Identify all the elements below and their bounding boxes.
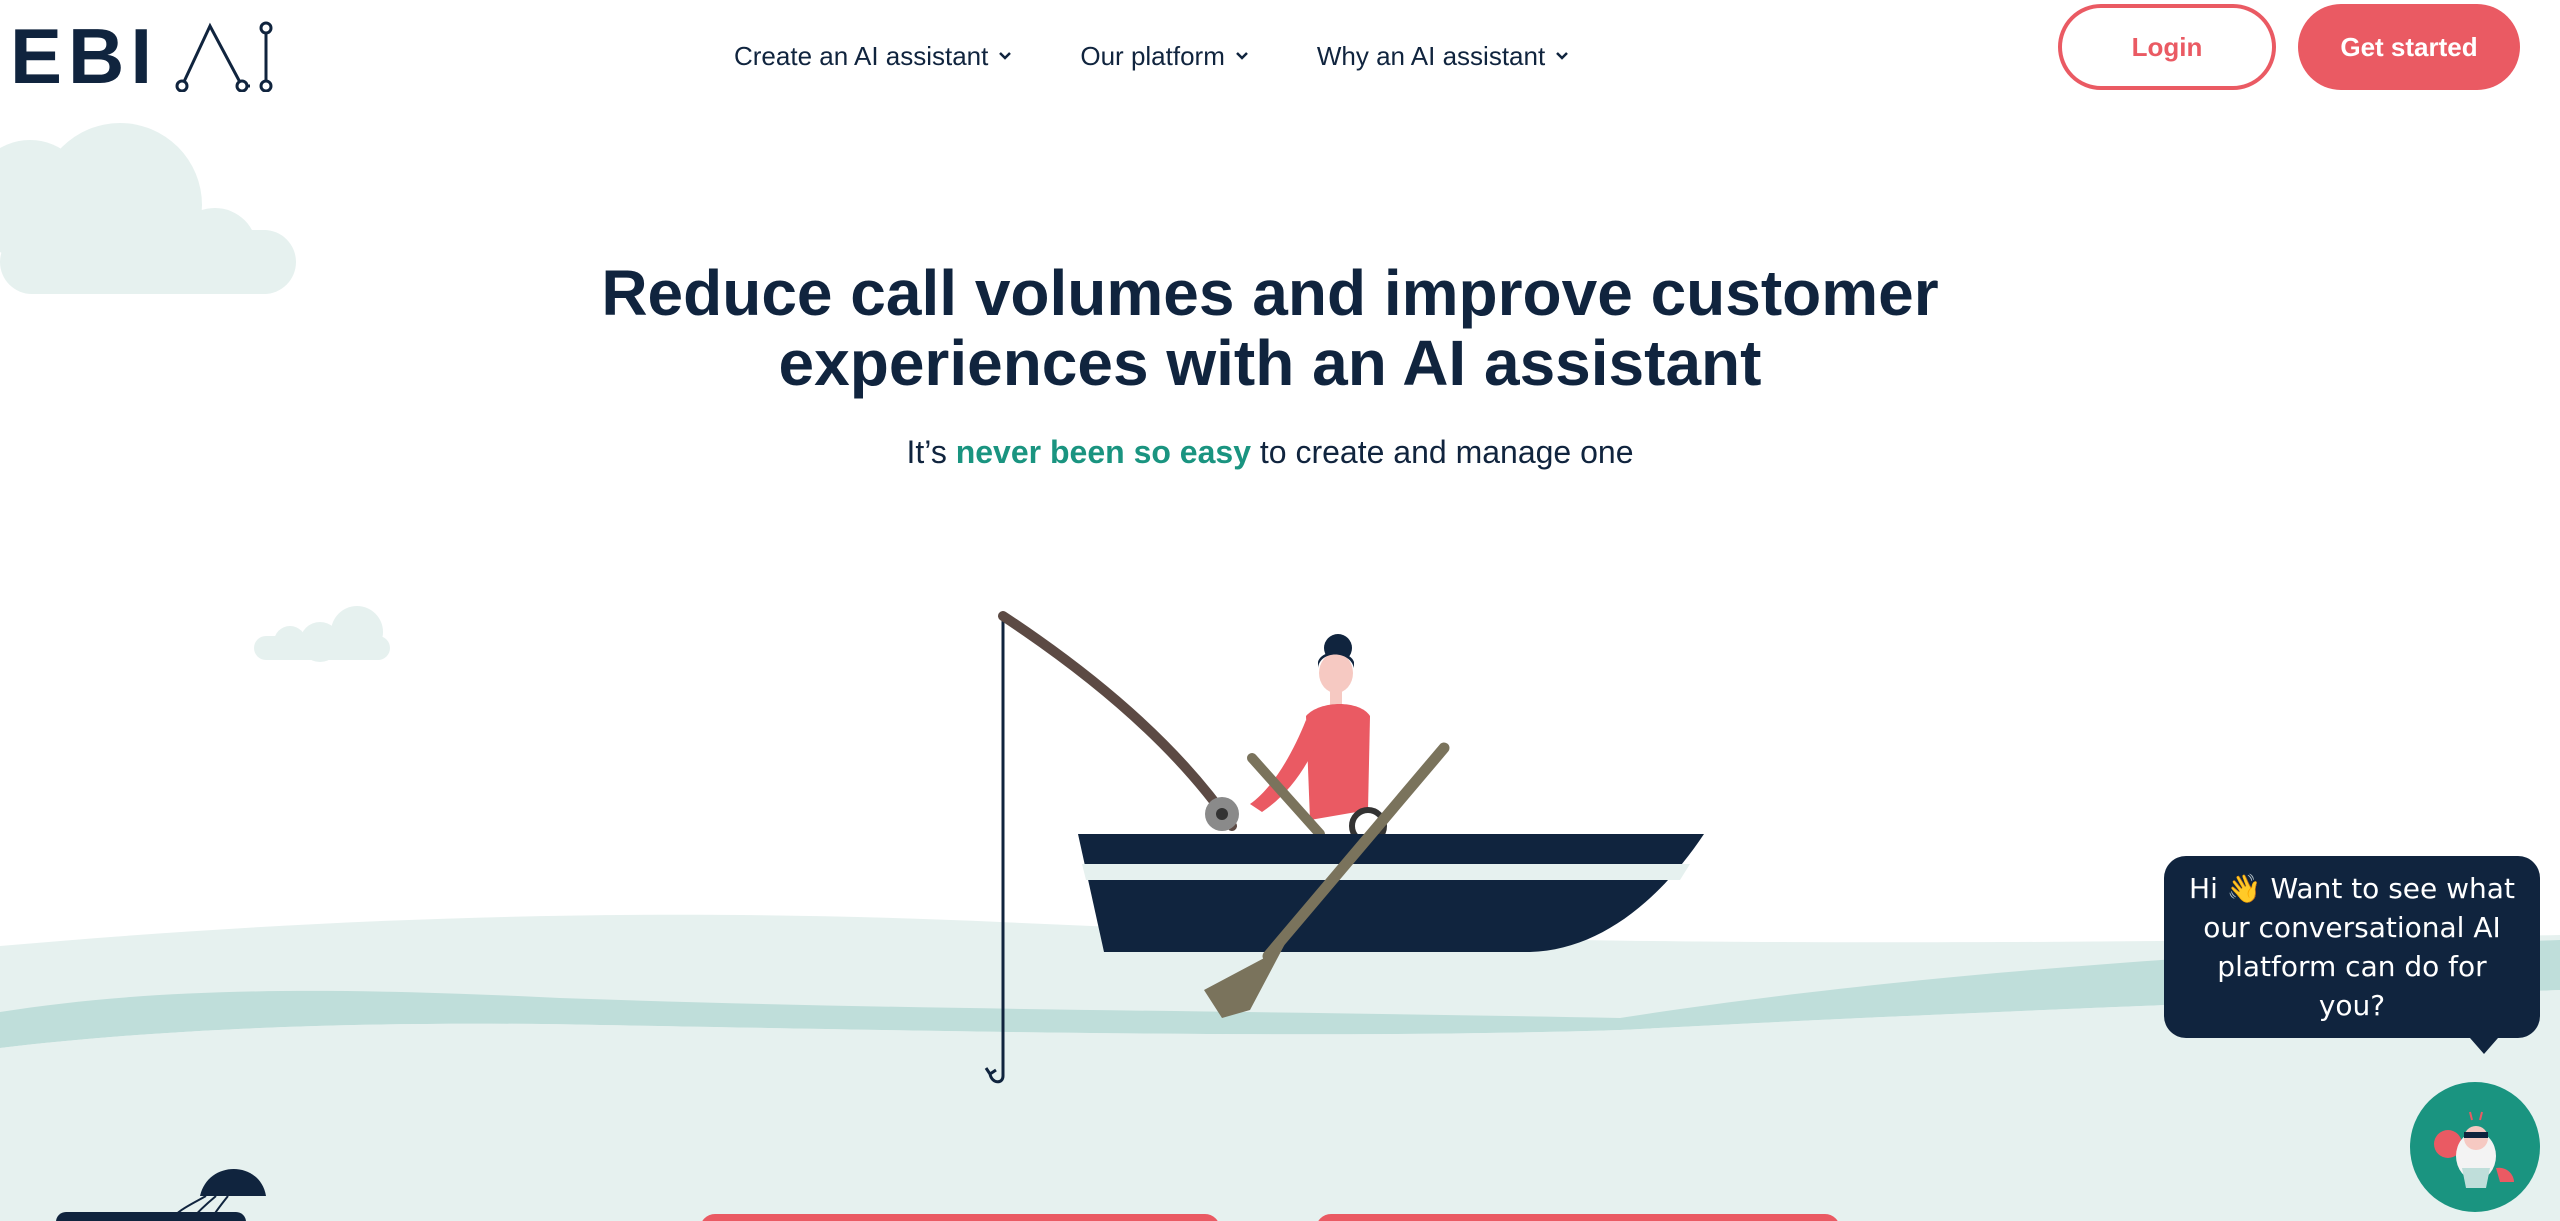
chevron-down-icon [999,52,1012,60]
hero-subtitle-post: to create and manage one [1259,434,1634,470]
hero-title-line-2: experiences with an AI assistant [778,327,1762,399]
chat-greeting-bubble[interactable]: Hi 👋 Want to see what our conversational… [2164,856,2540,1054]
hero-subtitle-pre: It’s [906,434,947,470]
nav-create-ai-assistant[interactable]: Create an AI assistant [734,38,1012,74]
get-started-button[interactable]: Get started [2298,4,2520,90]
hero-title-line-1: Reduce call volumes and improve customer [601,257,1939,329]
nav-label: Our platform [1080,40,1225,71]
partial-cta-button-left[interactable] [700,1214,1220,1221]
lobster-mascot-icon [2434,1111,2514,1188]
boat [1078,834,1704,952]
partial-cta-button-right[interactable] [1316,1214,1840,1221]
hero-subtitle: It’s never been so easy to create and ma… [620,434,1920,471]
chevron-down-icon [1556,52,1569,60]
cloud-large-icon [0,123,296,294]
nav-our-platform[interactable]: Our platform [1080,38,1249,74]
chat-greeting-line-3: platform can do for you? [2217,950,2487,1022]
chat-launcher-button[interactable] [2410,1082,2540,1212]
page: EBI Create an AI assistant Our platform … [0,0,2560,1221]
chevron-down-icon [1235,52,1248,60]
hero-illustration [0,123,2560,1221]
login-button[interactable]: Login [2058,4,2276,90]
hero-subtitle-accent: never been so easy [955,434,1251,470]
logo-text: EBI [10,12,159,100]
partial-card [56,1212,246,1221]
nav-label: Create an AI assistant [734,40,989,71]
main-nav: Create an AI assistant Our platform Why … [734,38,1569,74]
logo-ai-mark-icon [175,21,273,92]
cloud-small-icon [254,606,390,662]
nav-why-ai-assistant[interactable]: Why an AI assistant [1317,38,1569,74]
chat-greeting-line-2: our conversational AI [2203,911,2501,944]
hook-icon [984,1067,1005,1084]
nav-label: Why an AI assistant [1316,40,1546,71]
logo[interactable]: EBI [10,12,275,100]
chat-greeting-line-1: Hi 👋 Want to see what [2189,872,2515,905]
hero-title: Reduce call volumes and improve customer… [520,258,2020,398]
